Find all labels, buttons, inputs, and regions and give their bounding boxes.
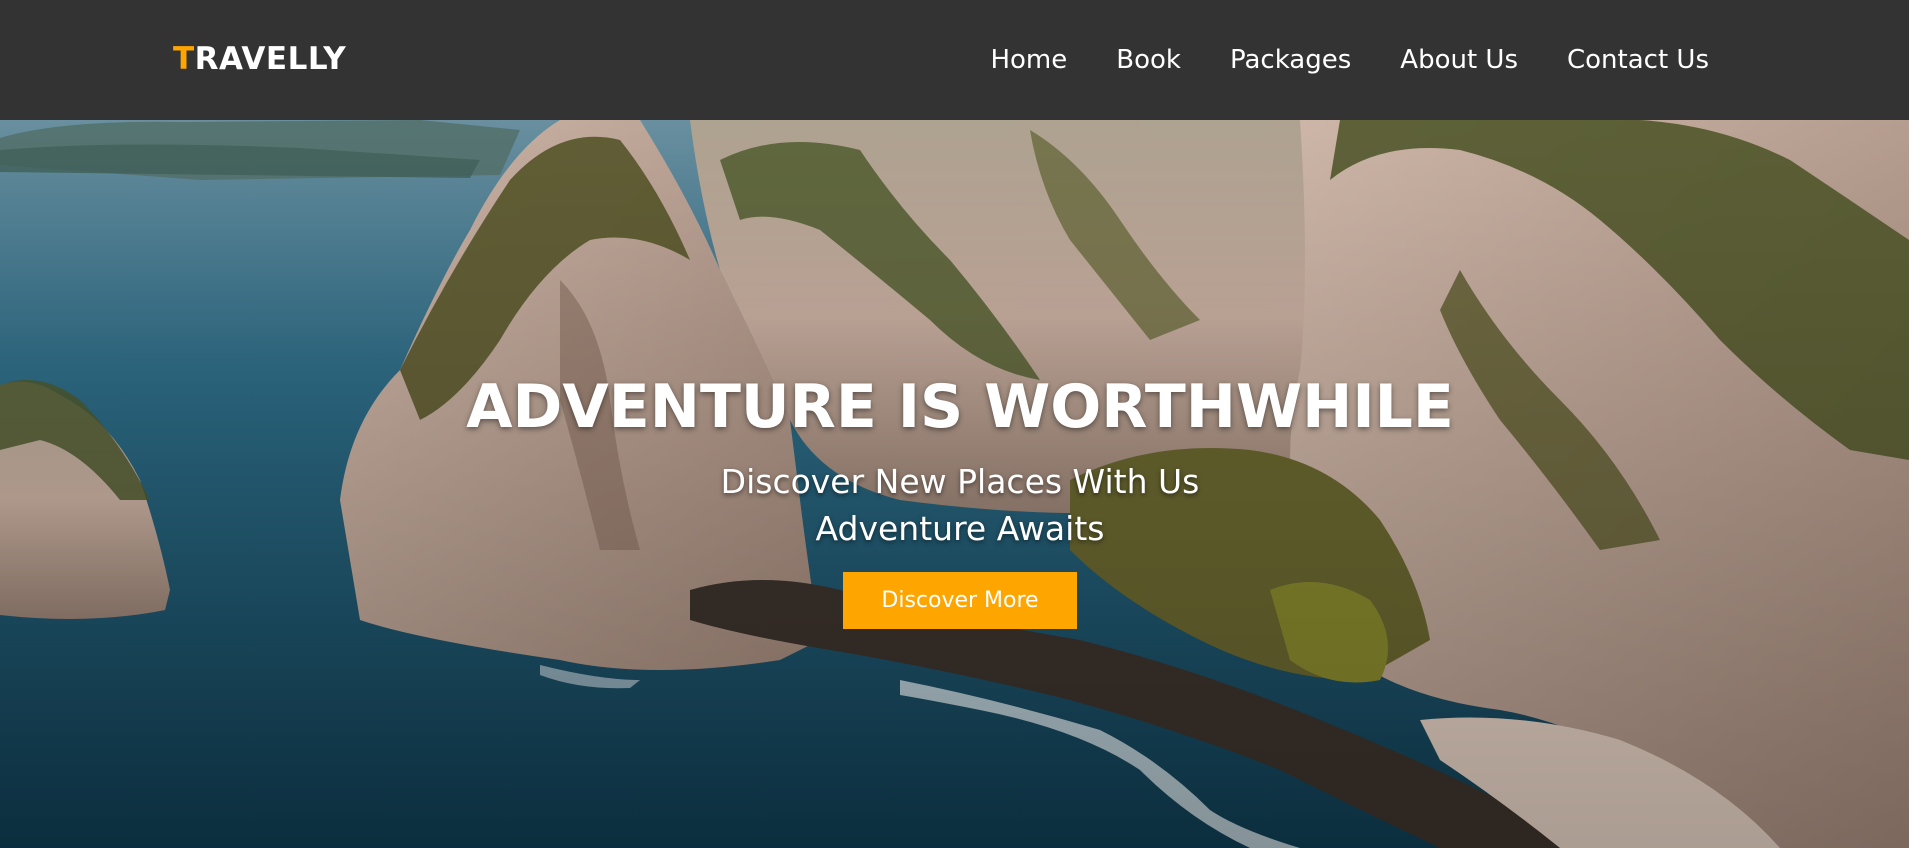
main-nav: Home Book Packages About Us Contact Us: [990, 40, 1709, 80]
hero-content: ADVENTURE IS WORTHWHILE Discover New Pla…: [0, 120, 1909, 848]
site-logo[interactable]: TRAVELLY: [173, 38, 346, 80]
nav-link-book[interactable]: Book: [1116, 40, 1181, 80]
logo-accent-letter: T: [173, 41, 195, 77]
discover-more-button[interactable]: Discover More: [843, 572, 1077, 629]
nav-link-packages[interactable]: Packages: [1230, 40, 1351, 80]
hero-section: ADVENTURE IS WORTHWHILE Discover New Pla…: [0, 120, 1909, 848]
hero-title: ADVENTURE IS WORTHWHILE: [466, 372, 1454, 442]
logo-text: RAVELLY: [194, 41, 347, 77]
hero-subtitle-line-1: Discover New Places With Us: [720, 462, 1200, 501]
nav-link-home[interactable]: Home: [990, 40, 1067, 80]
nav-link-about-us[interactable]: About Us: [1400, 40, 1518, 80]
top-navbar: TRAVELLY Home Book Packages About Us Con…: [0, 0, 1909, 120]
nav-link-contact-us[interactable]: Contact Us: [1567, 40, 1709, 80]
hero-subtitle-line-2: Adventure Awaits: [815, 509, 1105, 548]
